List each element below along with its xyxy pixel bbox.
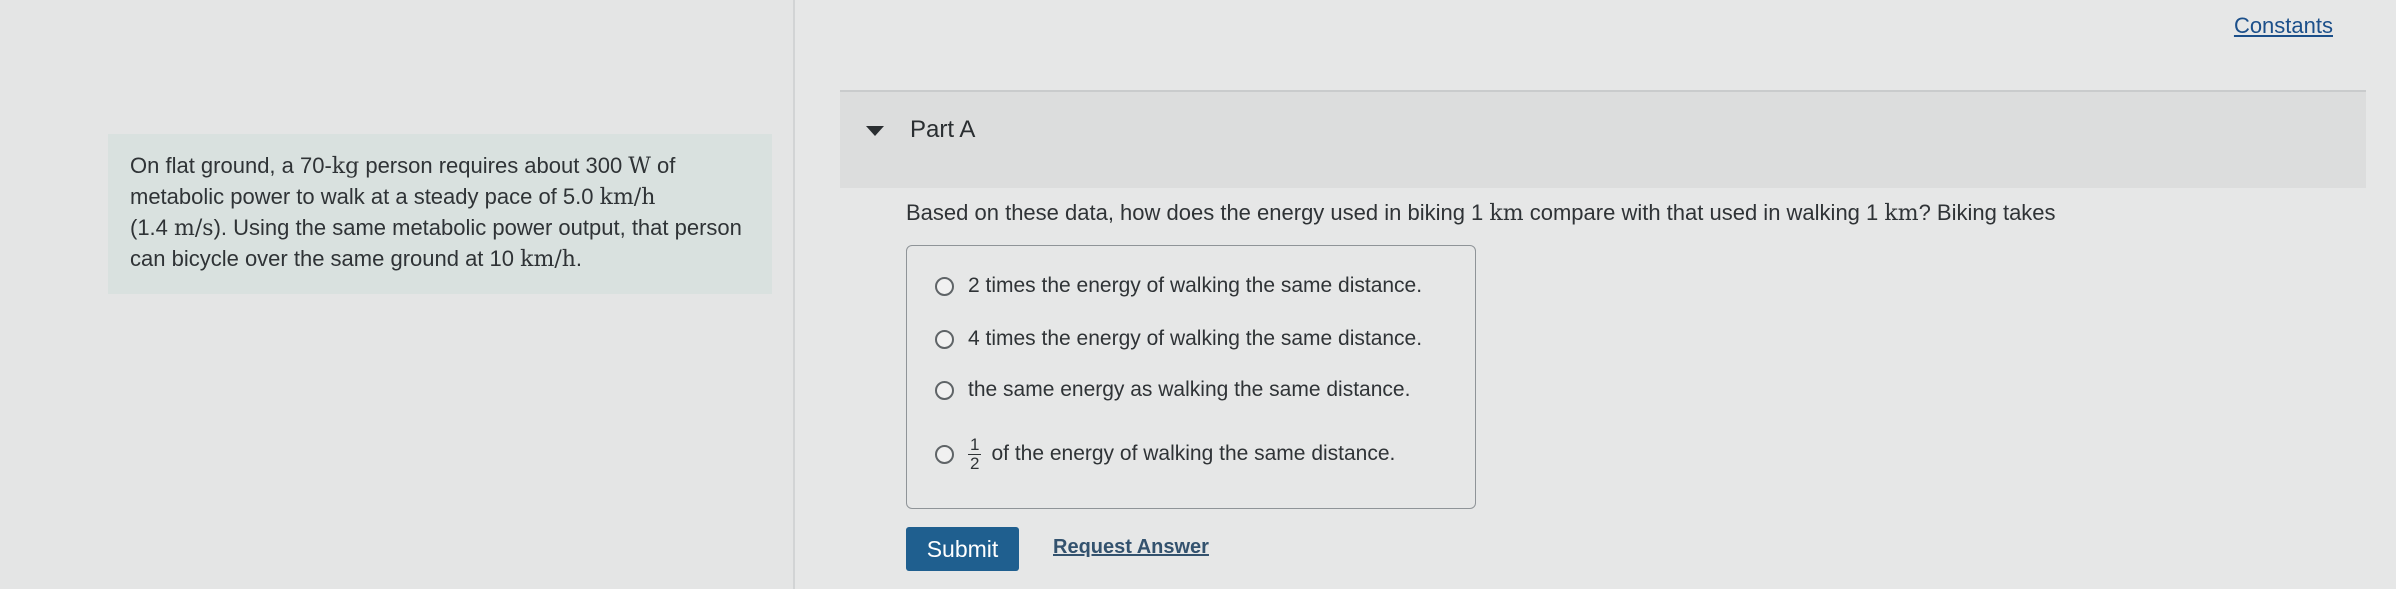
choice-label: 4 times the energy of walking the same d… bbox=[968, 327, 1423, 350]
unit-ms: m/s bbox=[174, 216, 214, 241]
request-answer-link[interactable]: Request Answer bbox=[1053, 536, 1209, 559]
fraction-one-half: 1 2 bbox=[968, 434, 982, 473]
collapse-triangle-icon[interactable] bbox=[866, 126, 884, 136]
problem-text-part: . bbox=[575, 246, 583, 271]
unit-kmh: km/h bbox=[599, 185, 656, 210]
unit-km: km bbox=[1884, 201, 1919, 226]
problem-text: On flat ground, a 70-kg person requires … bbox=[130, 151, 750, 275]
question-part: compare with that used in walking 1 bbox=[1523, 200, 1885, 225]
choice-option-4[interactable]: 1 2 of the energy of walking the same di… bbox=[935, 430, 1395, 478]
part-header[interactable]: Part A bbox=[840, 90, 2366, 188]
answer-pane: Constants Part A Based on these data, ho… bbox=[795, 0, 2396, 589]
problem-pane: On flat ground, a 70-kg person requires … bbox=[0, 0, 795, 589]
question-part: Based on these data, how does the energy… bbox=[906, 200, 1490, 225]
radio-button[interactable] bbox=[935, 380, 954, 400]
fraction-denominator: 2 bbox=[970, 453, 980, 473]
question-text: Based on these data, how does the energy… bbox=[906, 200, 2056, 226]
submit-button[interactable]: Submit bbox=[906, 527, 1019, 571]
choice-label: of the energy of walking the same distan… bbox=[991, 442, 1396, 465]
unit-km: km bbox=[1489, 201, 1524, 226]
radio-button[interactable] bbox=[935, 329, 954, 349]
choice-option-1[interactable]: 2 times the energy of walking the same d… bbox=[935, 271, 1422, 301]
choice-option-3[interactable]: the same energy as walking the same dist… bbox=[935, 375, 1410, 405]
unit-kg: kg bbox=[331, 154, 360, 179]
radio-button[interactable] bbox=[935, 444, 954, 464]
problem-text-part: person requires about 300 bbox=[359, 153, 629, 178]
choice-label: the same energy as walking the same dist… bbox=[968, 378, 1411, 401]
problem-text-part: (1.4 bbox=[130, 215, 175, 240]
choices-box: 2 times the energy of walking the same d… bbox=[906, 245, 1476, 509]
problem-text-part: ). Using the same metabolic power output… bbox=[130, 215, 742, 271]
fraction-numerator: 1 bbox=[968, 434, 982, 455]
unit-kmh: km/h bbox=[520, 247, 576, 272]
problem-text-part: On flat ground, a 70- bbox=[130, 153, 332, 178]
problem-statement: On flat ground, a 70-kg person requires … bbox=[108, 134, 772, 294]
choice-label: 2 times the energy of walking the same d… bbox=[968, 274, 1423, 297]
radio-button[interactable] bbox=[935, 276, 954, 296]
part-title: Part A bbox=[910, 116, 976, 143]
choice-option-2[interactable]: 4 times the energy of walking the same d… bbox=[935, 324, 1422, 354]
constants-link[interactable]: Constants bbox=[2234, 13, 2333, 39]
question-part: ? Biking takes bbox=[1918, 200, 2056, 225]
unit-watt: W bbox=[628, 154, 651, 179]
